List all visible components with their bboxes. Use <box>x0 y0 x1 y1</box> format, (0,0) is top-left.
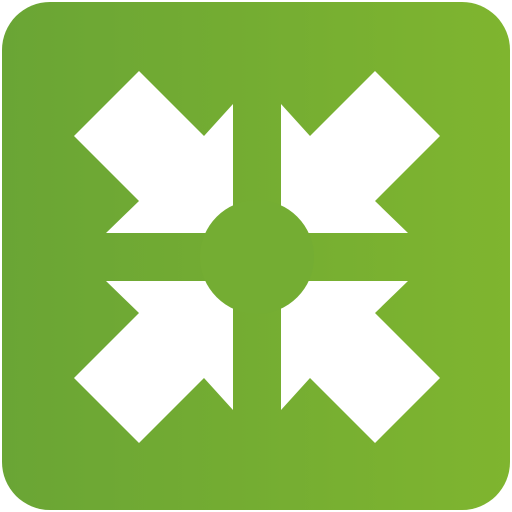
center-circle <box>200 200 314 314</box>
collapse-arrows-icon <box>2 2 510 510</box>
app-icon-tile[interactable] <box>0 0 512 512</box>
